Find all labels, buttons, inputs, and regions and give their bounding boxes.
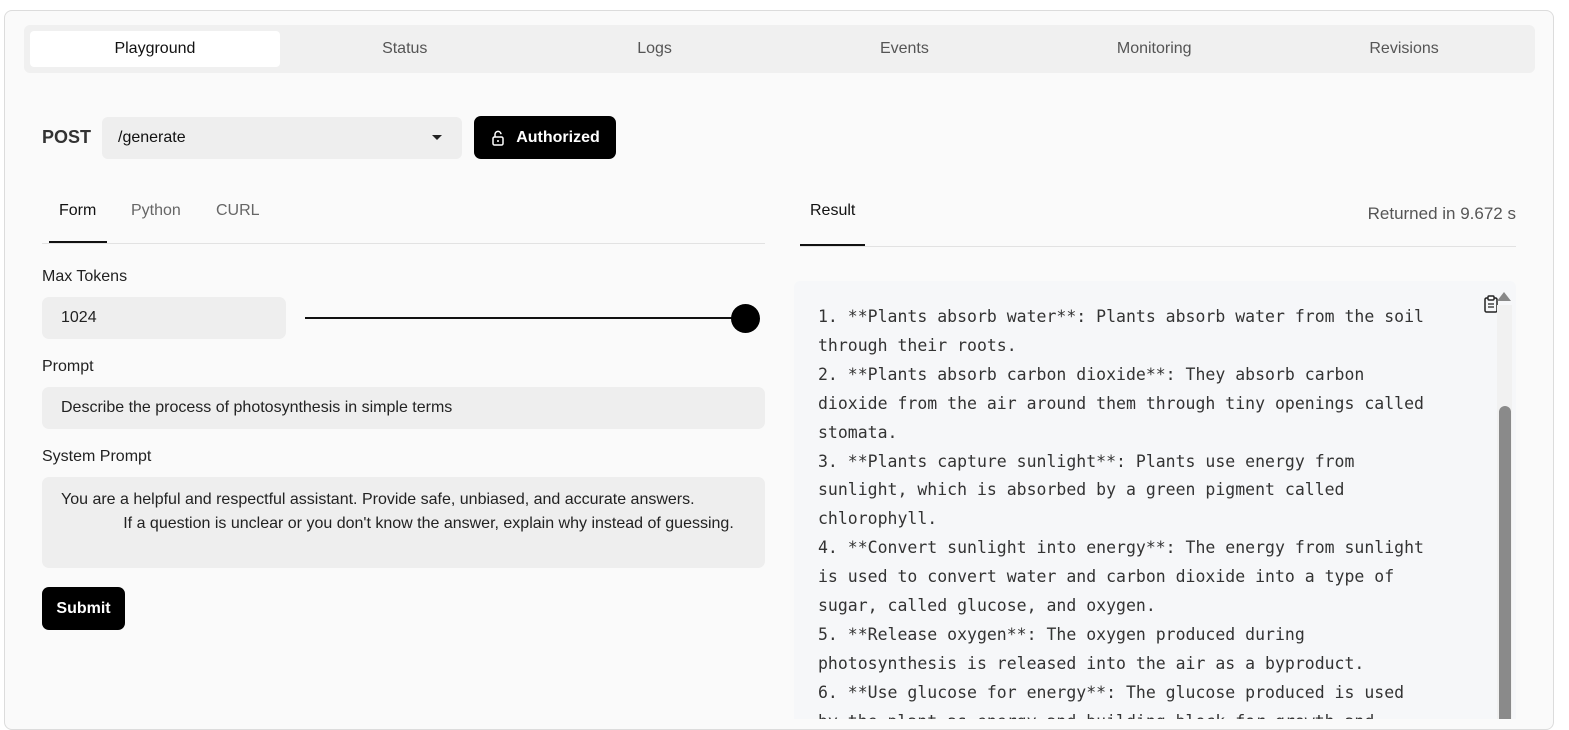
result-line: photosynthesis is released into the air …	[818, 653, 1365, 673]
result-line: stomata.	[818, 422, 898, 442]
tab-monitoring[interactable]: Monitoring	[1029, 31, 1279, 67]
result-line: through their roots.	[818, 335, 1017, 355]
chevron-down-icon	[432, 135, 442, 140]
tab-curl[interactable]: CURL	[216, 202, 260, 220]
request-tabs: Form Python CURL	[42, 190, 765, 244]
system-prompt-label: System Prompt	[42, 448, 152, 465]
result-panel: 1. **Plants absorb water**: Plants absor…	[794, 281, 1516, 719]
result-line: sunlight, which is absorbed by a green p…	[818, 480, 1345, 500]
endpoint-select[interactable]: /generate	[102, 117, 462, 159]
active-tab-indicator	[49, 241, 107, 243]
tab-status[interactable]: Status	[280, 31, 530, 67]
authorized-button[interactable]: Authorized	[474, 116, 616, 159]
result-line: 3. **Plants capture sunlight**: Plants u…	[818, 451, 1355, 471]
prompt-input[interactable]: Describe the process of photosynthesis i…	[42, 387, 765, 429]
tab-form[interactable]: Form	[59, 202, 96, 220]
system-prompt-input[interactable]: You are a helpful and respectful assista…	[42, 477, 765, 568]
authorized-label: Authorized	[516, 128, 600, 146]
scrollbar-thumb[interactable]	[1499, 406, 1511, 719]
http-method-label: POST	[42, 127, 92, 147]
tab-result[interactable]: Result	[810, 202, 855, 220]
scroll-up-arrow[interactable]	[1497, 292, 1511, 301]
max-tokens-slider-thumb[interactable]	[731, 304, 760, 333]
result-line: 6. **Use glucose for energy**: The gluco…	[818, 682, 1405, 702]
result-line: sugar, called glucose, and oxygen.	[818, 596, 1156, 616]
result-line: 5. **Release oxygen**: The oxygen produc…	[818, 624, 1305, 644]
max-tokens-label: Max Tokens	[42, 268, 128, 285]
tab-events[interactable]: Events	[779, 31, 1029, 67]
result-output: 1. **Plants absorb water**: Plants absor…	[818, 303, 1478, 719]
result-line: dioxide from the air around them through…	[818, 393, 1424, 413]
result-line: chlorophyll.	[818, 509, 938, 529]
result-line: 1. **Plants absorb water**: Plants absor…	[818, 307, 1424, 326]
result-line: by the plant as energy and building bloc…	[818, 708, 1478, 719]
tab-logs[interactable]: Logs	[530, 31, 780, 67]
max-tokens-input[interactable]: 1024	[42, 297, 286, 339]
top-tab-bar: Playground Status Logs Events Monitoring…	[24, 25, 1535, 73]
result-line: 2. **Plants absorb carbon dioxide**: The…	[818, 364, 1365, 384]
response-time: Returned in 9.672 s	[1367, 204, 1516, 223]
result-line: 4. **Convert sunlight into energy**: The…	[818, 538, 1424, 558]
result-tabs: Result Returned in 9.672 s	[800, 190, 1516, 247]
max-tokens-slider-track[interactable]	[305, 317, 745, 319]
submit-button[interactable]: Submit	[42, 587, 125, 630]
unlock-icon	[492, 130, 504, 146]
tab-python[interactable]: Python	[131, 202, 181, 220]
tab-playground[interactable]: Playground	[30, 31, 280, 67]
active-tab-indicator	[800, 244, 865, 246]
tab-revisions[interactable]: Revisions	[1279, 31, 1529, 67]
endpoint-path: /generate	[118, 129, 186, 146]
result-line: is used to convert water and carbon diox…	[818, 567, 1395, 587]
prompt-label: Prompt	[42, 358, 94, 375]
